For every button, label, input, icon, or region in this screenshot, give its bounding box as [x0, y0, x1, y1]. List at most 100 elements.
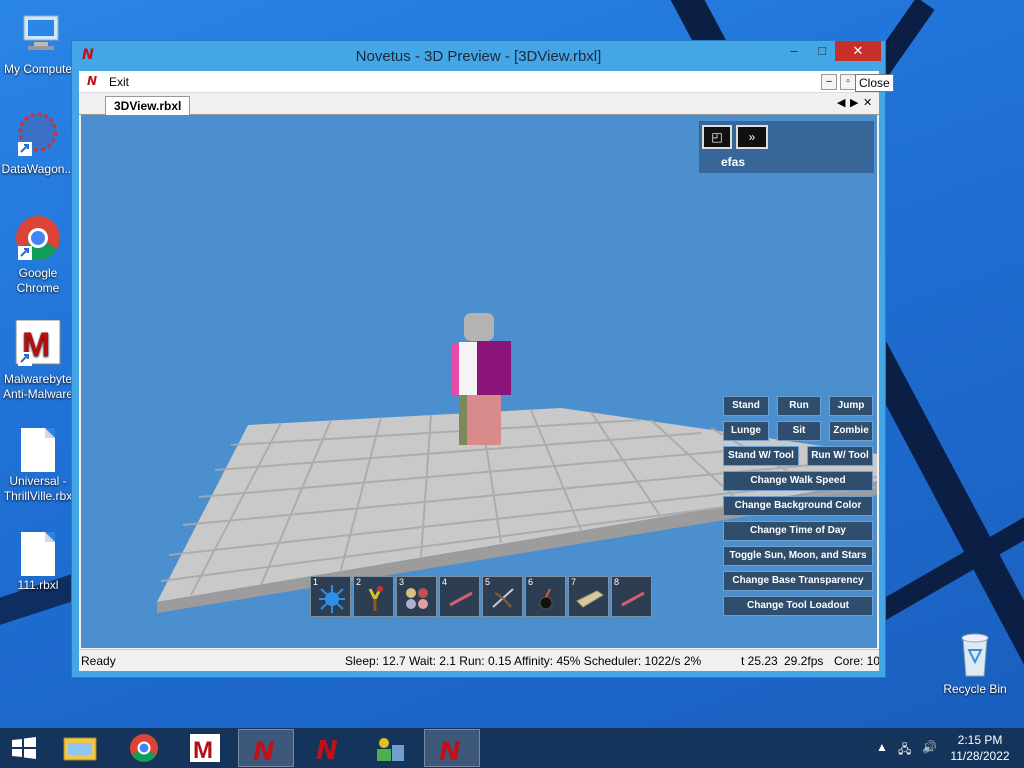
desktop-icon-label: 111.rbxl — [17, 578, 59, 592]
stand-with-tool-button[interactable]: Stand W/ Tool — [723, 446, 799, 466]
chrome-icon — [14, 214, 62, 262]
status-cores: Core: 10. — [834, 654, 879, 668]
lunge-button[interactable]: Lunge — [723, 421, 769, 441]
3d-viewport[interactable]: ◰ » efas Stand Run Jump Lunge Sit Zombie… — [81, 115, 877, 648]
desktop-icon-label: My Compute — [3, 62, 73, 76]
desktop-icon-chrome[interactable]: Google Chrome — [0, 214, 76, 296]
hotbar-slot-number: 7 — [571, 577, 577, 587]
show-hidden-icons-icon[interactable]: ▲ — [876, 740, 888, 754]
desktop-icon-label: Recycle Bin — [943, 682, 1007, 696]
document-icon — [21, 428, 55, 472]
network-icon[interactable]: 🖧 — [898, 740, 911, 761]
datawagon-icon — [14, 110, 62, 158]
tab-prev-icon[interactable]: ◀ — [837, 96, 845, 109]
tab-next-icon[interactable]: ▶ — [850, 96, 858, 109]
computer-icon — [14, 10, 62, 58]
tab-close-icon[interactable]: ✕ — [863, 96, 872, 109]
character-head — [464, 313, 494, 341]
taskbar-novetus-2[interactable]: N — [302, 729, 358, 767]
desktop-icon-111[interactable]: 111.rbxl — [0, 530, 76, 593]
toggle-sun-moon-stars-button[interactable]: Toggle Sun, Moon, and Stars — [723, 546, 873, 566]
run-with-tool-button[interactable]: Run W/ Tool — [807, 446, 873, 466]
change-walk-speed-button[interactable]: Change Walk Speed — [723, 471, 873, 491]
taskbar-clock[interactable]: 2:15 PM 11/28/2022 — [944, 732, 1016, 764]
taskbar-malwarebytes[interactable]: M — [178, 729, 234, 767]
maximize-button[interactable]: □ — [808, 41, 836, 61]
volume-icon[interactable]: 🔊 — [922, 740, 937, 754]
window-title: Novetus - 3D Preview - [3DView.rbxl] — [355, 48, 602, 65]
3d-scene — [157, 313, 877, 613]
mdi-restore-button[interactable]: ▫ — [840, 74, 856, 90]
hotbar-slot-7[interactable]: 7 — [568, 576, 609, 617]
hotbar-slot-1[interactable]: 1 — [310, 576, 351, 617]
status-time: t 25.23 — [741, 654, 778, 668]
hotbar-slot-number: 8 — [614, 577, 620, 587]
status-fps: 29.2fps — [784, 654, 824, 668]
taskbar-file-explorer[interactable] — [52, 729, 108, 767]
taskbar-chrome[interactable] — [116, 729, 172, 767]
taskbar-novetus-1[interactable]: N — [238, 729, 294, 767]
novetus-icon: N — [253, 737, 275, 767]
stand-button[interactable]: Stand — [723, 396, 769, 416]
hotbar-slot-3[interactable]: 3 — [396, 576, 437, 617]
change-time-of-day-button[interactable]: Change Time of Day — [723, 521, 873, 541]
novetus-logo-icon: N — [87, 74, 98, 88]
fullscreen-toggle-icon[interactable]: ◰ — [702, 125, 732, 149]
malwarebytes-icon: M — [190, 734, 220, 764]
svg-text:M: M — [193, 737, 213, 764]
hotbar-slot-5[interactable]: 5 — [482, 576, 523, 617]
hotbar-slot-4[interactable]: 4 — [439, 576, 480, 617]
desktop-icon-malwarebytes[interactable]: M Malwarebyte Anti-Malware — [0, 319, 76, 402]
desktop-icon-my-computer[interactable]: My Compute — [0, 10, 76, 77]
status-ready: Ready — [81, 654, 116, 668]
document-tabstrip: 3DView.rbxl ◀ ▶ ✕ — [79, 93, 879, 115]
change-base-transparency-button[interactable]: Change Base Transparency — [723, 571, 873, 591]
hotbar-slot-2[interactable]: 2 — [353, 576, 394, 617]
sit-button[interactable]: Sit — [777, 421, 821, 441]
hotbar-slot-number: 4 — [442, 577, 448, 587]
novetus-icon: N — [439, 737, 461, 767]
tab-3dview[interactable]: 3DView.rbxl — [105, 96, 191, 115]
desktop-icon-label: Malwarebyte Anti-Malware — [2, 372, 74, 401]
malwarebytes-icon: M — [14, 319, 62, 368]
hotbar-slot-number: 3 — [399, 577, 405, 587]
jump-button[interactable]: Jump — [829, 396, 873, 416]
taskbar: M N N N ▲ 🖧 🔊 2:15 PM 11/28/2022 — [0, 728, 1024, 768]
fast-forward-icon[interactable]: » — [736, 125, 768, 149]
chrome-icon — [130, 734, 158, 762]
window-client-area: N Exit – ▫ Close 3DView.rbxl ◀ ▶ ✕ ◰ » e… — [79, 71, 894, 671]
character-torso-front — [459, 342, 479, 395]
close-tooltip: Close — [855, 74, 894, 92]
desktop-icon-datawagon[interactable]: DataWagon... — [0, 110, 76, 177]
desktop-icon-label: Universal - ThrillVille.rbx — [3, 474, 73, 503]
zombie-button[interactable]: Zombie — [829, 421, 873, 441]
taskbar-novetus-3[interactable]: N — [424, 729, 480, 767]
svg-text:N: N — [316, 736, 338, 766]
desktop-icon-recycle-bin[interactable]: Recycle Bin — [937, 630, 1013, 697]
start-button[interactable] — [0, 729, 48, 767]
change-background-color-button[interactable]: Change Background Color — [723, 496, 873, 516]
mdi-minimize-button[interactable]: – — [821, 74, 837, 90]
hotbar-slot-number: 5 — [485, 577, 491, 587]
window-titlebar[interactable]: N Novetus - 3D Preview - [3DView.rbxl] –… — [72, 41, 885, 71]
desktop-icon-thrillville[interactable]: Universal - ThrillVille.rbx — [0, 426, 76, 504]
hotbar-slot-6[interactable]: 6 — [525, 576, 566, 617]
menu-item-exit[interactable]: Exit — [109, 75, 129, 89]
hotbar-slot-8[interactable]: 8 — [611, 576, 652, 617]
taskbar-network-app[interactable] — [362, 729, 418, 767]
hotbar-slot-number: 1 — [313, 577, 319, 587]
hotbar-slot-number: 6 — [528, 577, 534, 587]
player-name: efas — [721, 155, 746, 169]
clock-date: 11/28/2022 — [950, 749, 1010, 763]
run-button[interactable]: Run — [777, 396, 821, 416]
change-tool-loadout-button[interactable]: Change Tool Loadout — [723, 596, 873, 616]
character-torso — [477, 341, 511, 395]
status-stats: Sleep: 12.7 Wait: 2.1 Run: 0.15 Affinity… — [345, 654, 702, 668]
novetus-icon: N — [316, 736, 338, 766]
minimize-button[interactable]: – — [780, 41, 808, 61]
close-button[interactable]: ✕ — [835, 41, 881, 61]
hotbar-slot-number: 2 — [356, 577, 362, 587]
desktop-icon-label: DataWagon... — [1, 162, 75, 176]
menu-bar: N Exit – ▫ Close — [79, 71, 894, 93]
recycle-bin-icon — [951, 630, 999, 678]
